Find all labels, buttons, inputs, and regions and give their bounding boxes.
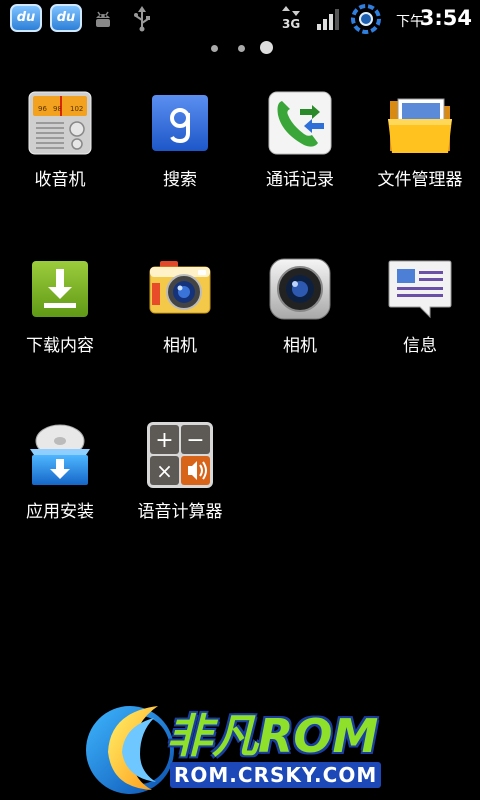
usb-icon xyxy=(134,6,150,32)
app-downloads[interactable]: 下载内容 xyxy=(0,257,120,407)
app-camera[interactable]: 相机 xyxy=(240,257,360,407)
app-search[interactable]: 搜索 xyxy=(120,91,240,241)
calculator-key-plus: + xyxy=(155,428,173,453)
downloads-icon xyxy=(32,261,88,317)
sync-ring-icon xyxy=(351,4,381,34)
baidu-du-label: du xyxy=(56,10,76,25)
app-label: 信息 xyxy=(403,336,437,356)
app-installer-icon xyxy=(30,424,90,485)
file-manager-icon xyxy=(388,98,452,153)
radio-icon: 96 98 102 xyxy=(28,91,92,155)
app-label: 相机 xyxy=(163,336,197,356)
google-search-icon xyxy=(152,95,208,151)
app-messaging[interactable]: 信息 xyxy=(360,257,480,407)
android-debug-icon xyxy=(96,11,110,27)
app-voice-calculator[interactable]: + − × 语音计算器 xyxy=(120,422,240,573)
signal-strength-icon xyxy=(317,9,339,30)
watermark-logo: 非凡ROM ROM.CRSKY.COM xyxy=(78,692,408,800)
camera-icon xyxy=(269,258,331,320)
app-camera[interactable]: 相机 xyxy=(120,257,240,407)
baidu-du-icon: du xyxy=(10,4,42,32)
page-dot-active[interactable] xyxy=(260,41,273,54)
clock-time: 3:54 xyxy=(419,6,472,30)
page-dot[interactable] xyxy=(238,45,245,52)
camera-icon xyxy=(149,261,211,314)
app-label: 语音计算器 xyxy=(137,502,223,522)
app-label: 搜索 xyxy=(163,170,197,190)
messaging-icon xyxy=(388,260,452,319)
watermark-brand: 非凡ROM xyxy=(166,709,379,763)
home-screen: du du 3G 下午 3:54 96 98 102 收音机 搜索 通话记录 文… xyxy=(0,0,480,800)
app-label: 通话记录 xyxy=(266,170,334,190)
status-bar: du du 3G 下午 3:54 xyxy=(0,0,480,38)
network-3g-icon: 3G xyxy=(280,6,302,32)
page-indicator xyxy=(208,41,278,55)
call-log-icon xyxy=(268,91,332,155)
calculator-key-times: × xyxy=(156,459,173,483)
watermark-url: ROM.CRSKY.COM xyxy=(170,762,382,788)
app-label: 下载内容 xyxy=(26,336,94,356)
app-file-manager[interactable]: 文件管理器 xyxy=(360,91,480,241)
baidu-du-label: du xyxy=(16,10,36,25)
app-label: 相机 xyxy=(283,336,317,356)
voice-calculator-icon: + − × xyxy=(147,422,213,488)
page-dot[interactable] xyxy=(211,45,218,52)
app-call-log[interactable]: 通话记录 xyxy=(240,91,360,241)
app-label: 收音机 xyxy=(34,170,86,190)
network-type-label: 3G xyxy=(282,17,301,31)
calculator-key-minus: − xyxy=(186,428,204,453)
radio-dial-mark: 102 xyxy=(70,105,83,113)
app-label: 应用安装 xyxy=(26,502,94,522)
app-radio[interactable]: 96 98 102 收音机 xyxy=(0,91,120,241)
baidu-du-icon: du xyxy=(50,4,82,32)
app-installer[interactable]: 应用安装 xyxy=(0,423,120,573)
app-label: 文件管理器 xyxy=(377,170,463,190)
radio-dial-mark: 96 xyxy=(38,105,47,113)
